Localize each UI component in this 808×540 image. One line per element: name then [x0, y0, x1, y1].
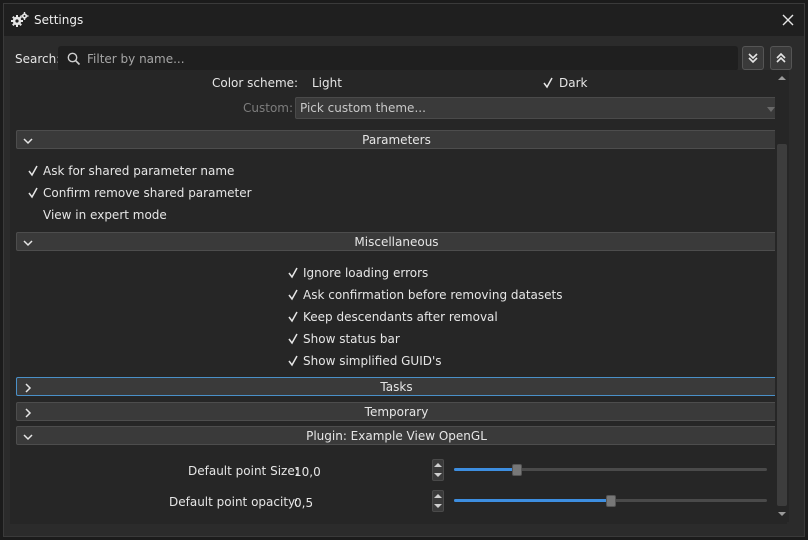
check-icon [28, 187, 38, 199]
option-show-status-bar[interactable]: Show status bar [303, 332, 400, 346]
search-label: Search: [15, 52, 61, 66]
custom-theme-select[interactable]: Pick custom theme... [295, 97, 779, 119]
spin-up-icon[interactable] [433, 460, 443, 470]
check-icon [288, 289, 298, 301]
option-confirm-remove-shared-parameter[interactable]: Confirm remove shared parameter [43, 186, 252, 200]
search-icon [67, 52, 81, 66]
check-icon [288, 267, 298, 279]
point-size-slider[interactable] [454, 464, 767, 476]
check-icon [28, 165, 38, 177]
section-title: Parameters [362, 133, 431, 147]
scheme-option-dark[interactable]: Dark [559, 76, 587, 90]
section-header-miscellaneous[interactable]: Miscellaneous [16, 232, 777, 251]
option-ask-shared-parameter-name[interactable]: Ask for shared parameter name [43, 164, 234, 178]
slider-fill [454, 468, 517, 471]
point-size-spinbox[interactable] [432, 459, 444, 481]
option-ask-confirmation-removing-datasets[interactable]: Ask confirmation before removing dataset… [303, 288, 563, 302]
section-title: Miscellaneous [354, 235, 439, 249]
section-title: Tasks [380, 380, 413, 394]
double-chevron-down-icon [748, 53, 758, 64]
option-show-simplified-guids[interactable]: Show simplified GUID's [303, 354, 442, 368]
scroll-up-icon[interactable] [776, 72, 788, 84]
scroll-down-icon[interactable] [776, 508, 788, 520]
custom-theme-label: Custom: [243, 101, 294, 115]
section-title: Temporary [364, 405, 429, 419]
vertical-scrollbar[interactable] [775, 70, 789, 522]
custom-theme-value: Pick custom theme... [300, 101, 426, 115]
title-bar: Settings [4, 4, 804, 36]
point-opacity-spinbox[interactable] [432, 490, 444, 512]
collapse-all-button[interactable] [770, 46, 792, 70]
section-header-plugin-opengl[interactable]: Plugin: Example View OpenGL [16, 426, 777, 445]
section-header-tasks[interactable]: Tasks [16, 377, 777, 396]
section-header-temporary[interactable]: Temporary [16, 402, 777, 421]
check-icon [288, 311, 298, 323]
option-ignore-loading-errors[interactable]: Ignore loading errors [303, 266, 428, 280]
color-scheme-label: Color scheme: [212, 76, 299, 90]
slider-handle[interactable] [512, 464, 522, 476]
window-title: Settings [34, 13, 84, 27]
settings-content: Color scheme: Light Dark Custom: Pick cu… [10, 70, 787, 524]
search-box[interactable] [58, 46, 738, 71]
spin-down-icon[interactable] [433, 501, 443, 511]
point-size-label: Default point Size: [188, 464, 299, 478]
point-opacity-slider[interactable] [454, 495, 767, 507]
search-input[interactable] [87, 50, 727, 68]
point-opacity-label: Default point opacity: [169, 495, 299, 509]
check-icon [288, 355, 298, 367]
slider-handle[interactable] [606, 495, 616, 507]
section-header-parameters[interactable]: Parameters [16, 130, 777, 149]
option-view-expert-mode[interactable]: View in expert mode [43, 208, 167, 222]
spin-up-icon[interactable] [433, 491, 443, 501]
scrollbar-thumb[interactable] [777, 144, 787, 506]
check-icon [288, 333, 298, 345]
scheme-option-light[interactable]: Light [312, 76, 342, 90]
point-size-value[interactable]: 10,0 [294, 465, 321, 479]
double-chevron-up-icon [776, 52, 786, 63]
gears-icon [11, 11, 29, 29]
check-icon [543, 77, 553, 89]
search-row: Search: [4, 46, 804, 72]
point-opacity-value[interactable]: 0,5 [294, 496, 313, 510]
close-button[interactable] [778, 10, 798, 30]
option-keep-descendants[interactable]: Keep descendants after removal [303, 310, 498, 324]
section-title: Plugin: Example View OpenGL [306, 429, 487, 443]
close-icon [782, 14, 794, 26]
expand-all-button[interactable] [742, 46, 764, 70]
spin-down-icon[interactable] [433, 470, 443, 480]
slider-fill [454, 499, 611, 502]
